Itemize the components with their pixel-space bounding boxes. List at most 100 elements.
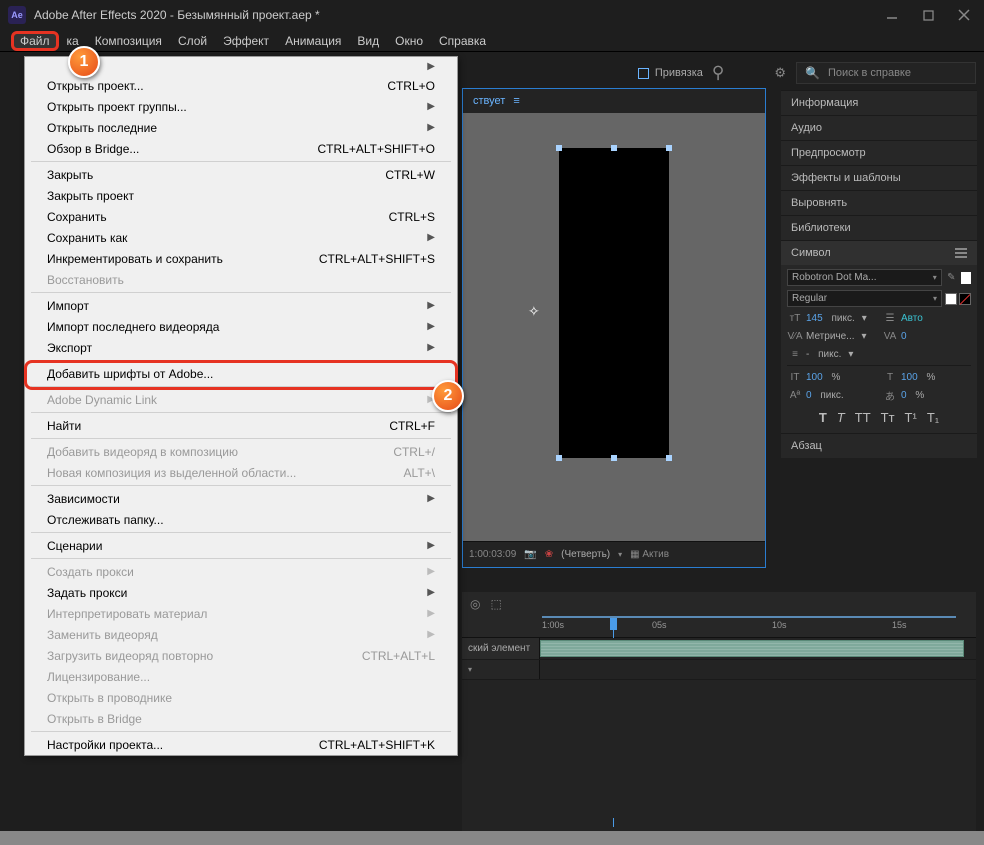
stroke-icon: ≡	[787, 347, 803, 361]
kerning-field[interactable]: V⁄AМетриче...▾	[787, 329, 876, 343]
playhead[interactable]	[610, 618, 617, 630]
layer-sublabel: ▾	[462, 660, 540, 679]
panel-libraries[interactable]: Библиотеки	[781, 215, 977, 240]
panel-info[interactable]: Информация	[781, 90, 977, 115]
tl-icon-1[interactable]: ◎	[470, 597, 480, 611]
leading-icon: ☰	[882, 311, 898, 325]
app-icon: Ae	[8, 6, 26, 24]
menu-item[interactable]: Инкрементировать и сохранитьCTRL+ALT+SHI…	[25, 248, 457, 269]
bold-button[interactable]: T	[819, 410, 827, 425]
italic-button[interactable]: T	[837, 410, 845, 425]
vscale-field[interactable]: IT100 %	[787, 370, 876, 384]
menu-effect[interactable]: Эффект	[215, 32, 277, 50]
snap-toggle[interactable]: Привязка ⚲	[638, 63, 725, 83]
menu-item[interactable]: Сценарии▶	[25, 535, 457, 556]
handle-tr[interactable]	[666, 145, 672, 151]
snapshot-icon[interactable]: 📷	[524, 549, 536, 560]
superscript-button[interactable]: T¹	[905, 410, 917, 425]
menu-layer[interactable]: Слой	[170, 32, 215, 50]
menu-bar: Файл ка Композиция Слой Эффект Анимация …	[0, 30, 984, 52]
baseline-field[interactable]: Aª0 пикс.	[787, 388, 876, 402]
fill-color-swatch[interactable]	[945, 293, 957, 305]
fill-swatch[interactable]	[961, 272, 971, 284]
panel-align[interactable]: Выровнять	[781, 190, 977, 215]
menu-window[interactable]: Окно	[387, 32, 431, 50]
menu-item[interactable]: Открыть проект...CTRL+O	[25, 75, 457, 96]
camera-dropdown[interactable]: ▦ Актив	[630, 549, 669, 560]
stroke-color-swatch[interactable]	[959, 293, 971, 305]
panel-menu-icon[interactable]	[955, 248, 967, 258]
menu-animation[interactable]: Анимация	[277, 32, 349, 50]
handle-bl[interactable]	[556, 455, 562, 461]
quality-dropdown[interactable]: (Четверть)	[561, 549, 610, 560]
handle-tl[interactable]	[556, 145, 562, 151]
comp-viewport[interactable]: ✧	[463, 113, 765, 493]
menu-item: Открыть в проводнике	[25, 687, 457, 708]
menu-view[interactable]: Вид	[349, 32, 387, 50]
menu-item[interactable]: Задать прокси▶	[25, 582, 457, 603]
menu-item[interactable]: СохранитьCTRL+S	[25, 206, 457, 227]
font-family-dropdown[interactable]: Robotron Dot Ma...▾	[787, 269, 942, 286]
panel-character-header[interactable]: Символ	[781, 240, 977, 265]
panel-preview[interactable]: Предпросмотр	[781, 140, 977, 165]
comp-tab-label: ствует	[473, 95, 505, 107]
eyedropper-icon[interactable]: ✎	[945, 271, 958, 285]
panel-effects[interactable]: Эффекты и шаблоны	[781, 165, 977, 190]
menu-item[interactable]: НайтиCTRL+F	[25, 415, 457, 436]
smallcaps-button[interactable]: Tᴛ	[881, 410, 895, 425]
menu-help[interactable]: Справка	[431, 32, 494, 50]
menu-item[interactable]: Экспорт▶	[25, 337, 457, 358]
menu-item[interactable]: Зависимости▶	[25, 488, 457, 509]
leading-field[interactable]: ☰Авто	[882, 311, 971, 325]
tick-3: 15s	[892, 620, 907, 630]
menu-composition[interactable]: Композиция	[87, 32, 170, 50]
comp-canvas	[559, 148, 669, 458]
menu-item[interactable]: Настройки проекта...CTRL+ALT+SHIFT+K	[25, 734, 457, 755]
tl-icon-2[interactable]: ⬚	[490, 597, 501, 611]
tsume-field[interactable]: あ0 %	[882, 388, 971, 402]
hscale-field[interactable]: T100 %	[882, 370, 971, 384]
panel-paragraph[interactable]: Абзац	[781, 433, 977, 458]
menu-item[interactable]: Сохранить как▶	[25, 227, 457, 248]
menu-item[interactable]: Обзор в Bridge...CTRL+ALT+SHIFT+O	[25, 138, 457, 159]
close-button[interactable]	[957, 8, 971, 22]
palette-icon[interactable]: ❀	[545, 549, 553, 560]
window-title: Adobe After Effects 2020 - Безымянный пр…	[34, 8, 885, 22]
handle-t[interactable]	[611, 145, 617, 151]
stroke-width-field[interactable]: ≡- пикс.▾	[787, 347, 971, 361]
timeline-layer-row[interactable]: ский элемент	[462, 638, 976, 660]
menu-file[interactable]: Файл	[11, 31, 59, 51]
menu-item[interactable]: Закрыть проект	[25, 185, 457, 206]
search-placeholder: Поиск в справке	[828, 67, 911, 79]
comp-tab-menu-icon[interactable]: ≡	[513, 95, 519, 107]
menu-item[interactable]: Открыть последние▶	[25, 117, 457, 138]
help-search[interactable]: 🔍 Поиск в справке	[796, 62, 976, 84]
menu-item: Заменить видеоряд▶	[25, 624, 457, 645]
layer-clip[interactable]	[540, 640, 964, 657]
menu-item[interactable]: Импорт последнего видеоряда▶	[25, 316, 457, 337]
font-size-field[interactable]: тТ145 пикс.▾	[787, 311, 876, 325]
allcaps-button[interactable]: TT	[855, 410, 871, 425]
timeline-ruler[interactable]: 1:00s 05s 10s 15s	[462, 616, 976, 638]
maximize-button[interactable]	[921, 8, 935, 22]
tracking-field[interactable]: VA0	[882, 329, 971, 343]
menu-item[interactable]: Добавить шрифты от Adobe...	[25, 363, 457, 384]
checkbox-icon	[638, 68, 649, 79]
menu-item[interactable]: Импорт▶	[25, 295, 457, 316]
handle-br[interactable]	[666, 455, 672, 461]
work-area[interactable]	[542, 616, 956, 618]
handle-b[interactable]	[611, 455, 617, 461]
comp-tab[interactable]: ствует ≡	[463, 89, 765, 113]
menu-item[interactable]: Открыть проект группы...▶	[25, 96, 457, 117]
timeline-sub-row[interactable]: ▾	[462, 660, 976, 680]
subscript-button[interactable]: T₁	[927, 410, 939, 425]
panel-audio[interactable]: Аудио	[781, 115, 977, 140]
timecode-display[interactable]: 1:00:03:09	[469, 549, 516, 560]
character-panel: Robotron Dot Ma...▾ ✎ Regular▾ тТ145 пик…	[781, 265, 977, 433]
menu-item[interactable]: ЗакрытьCTRL+W	[25, 164, 457, 185]
menu-item[interactable]: Отслеживать папку...	[25, 509, 457, 530]
minimize-button[interactable]	[885, 8, 899, 22]
settings-icon[interactable]: ⚙	[774, 65, 786, 81]
step-badge-1: 1	[68, 46, 100, 78]
font-style-dropdown[interactable]: Regular▾	[787, 290, 942, 307]
